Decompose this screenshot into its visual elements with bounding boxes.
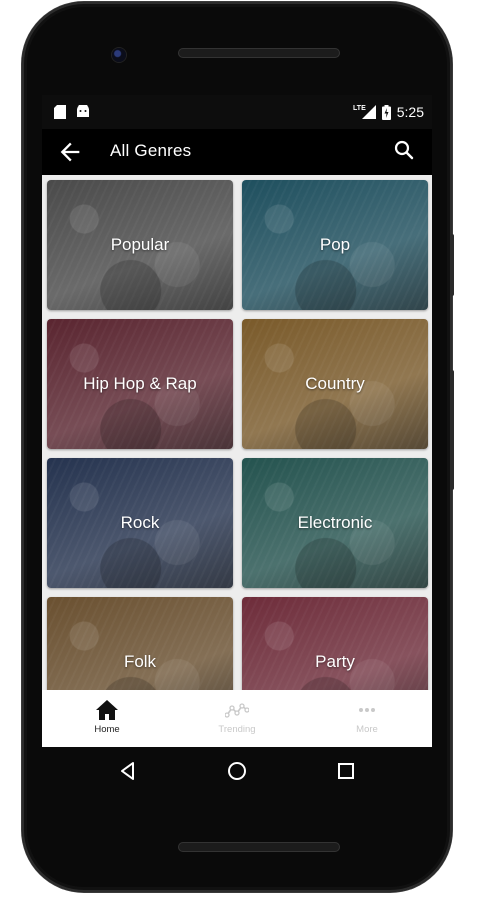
system-home-button[interactable]: [226, 760, 248, 782]
clock: 5:25: [396, 104, 424, 120]
back-button[interactable]: [56, 138, 84, 166]
genre-label: Country: [305, 374, 365, 393]
volume-button: [450, 370, 454, 490]
genre-label: Rock: [120, 513, 160, 532]
earpiece-speaker: [178, 48, 340, 58]
genre-label: Hip Hop & Rap: [83, 374, 197, 393]
genre-label: Party: [315, 652, 355, 671]
search-button[interactable]: [392, 138, 420, 166]
bottom-speaker: [178, 842, 340, 852]
genre-label: Pop: [319, 235, 351, 254]
circle-home-icon: [228, 762, 246, 780]
system-navigation-bar: [42, 750, 432, 792]
battery-icon: [381, 104, 391, 120]
genre-label: Electronic: [297, 513, 373, 532]
app-bar: All Genres: [42, 129, 432, 175]
genre-tile-folk[interactable]: Folk: [47, 597, 233, 690]
system-back-button[interactable]: [117, 760, 139, 782]
page-title: All Genres: [110, 141, 192, 160]
genre-tile-popular[interactable]: Popular: [47, 180, 233, 310]
trending-icon: [225, 703, 249, 718]
genre-grid: Popular Pop Hip Hop & Rap Country Rock E…: [42, 175, 432, 690]
square-recents-icon: [338, 763, 354, 779]
genre-tile-party[interactable]: Party: [242, 597, 428, 690]
bottom-navigation: Home Trending More: [42, 690, 432, 747]
genre-label: Popular: [110, 235, 170, 254]
notification-icons: [54, 105, 90, 119]
more-icon: [359, 708, 375, 712]
search-icon: [394, 140, 414, 160]
arrow-back-icon: [60, 142, 80, 162]
system-status: LTE 5:25: [353, 104, 424, 120]
system-recents-button[interactable]: [335, 760, 357, 782]
genre-label: Folk: [123, 652, 157, 671]
genre-tile-hip-hop-rap[interactable]: Hip Hop & Rap: [47, 319, 233, 449]
genre-tile-electronic[interactable]: Electronic: [242, 458, 428, 588]
nav-home[interactable]: Home: [42, 690, 172, 747]
triangle-back-icon: [121, 762, 134, 780]
power-button: [450, 234, 454, 296]
signal-icon: [361, 105, 376, 119]
app-screen: LTE 5:25 All Genres Popular Pop Hip Hop …: [42, 95, 432, 747]
genre-tile-pop[interactable]: Pop: [242, 180, 428, 310]
android-icon: [77, 105, 89, 117]
nav-label-more: More: [356, 724, 378, 735]
nav-label-home: Home: [94, 724, 120, 735]
front-camera: [112, 48, 126, 62]
nav-label-trending: Trending: [218, 724, 256, 735]
sd-card-icon: [54, 105, 66, 119]
genre-tile-rock[interactable]: Rock: [47, 458, 233, 588]
genre-tile-country[interactable]: Country: [242, 319, 428, 449]
nav-more[interactable]: More: [302, 690, 432, 747]
home-icon: [96, 700, 118, 720]
nav-trending[interactable]: Trending: [172, 690, 302, 747]
status-bar: LTE 5:25: [42, 95, 432, 129]
